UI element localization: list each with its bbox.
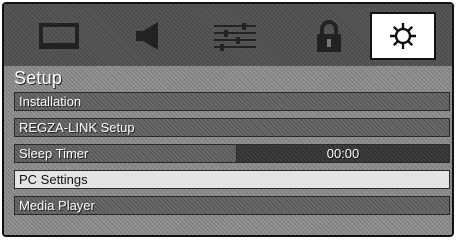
lock-icon	[317, 20, 341, 52]
menu-title: Setup	[14, 68, 63, 88]
tab-setup[interactable]	[370, 12, 436, 60]
menu-item-regza-link-setup[interactable]: REGZA-LINK Setup	[14, 118, 450, 137]
tv-menu-frame: Setup Installation REGZA-LINK Setup Slee…	[2, 2, 454, 237]
menu-item-label: Installation	[19, 94, 82, 109]
menu-item-label: PC Settings	[19, 172, 88, 187]
menu-category-bar	[4, 4, 452, 66]
sliders-icon	[214, 23, 256, 51]
tab-picture[interactable]	[26, 13, 92, 59]
menu-item-sleep-timer[interactable]: Sleep Timer 00:00	[14, 144, 450, 163]
gear-icon	[390, 23, 416, 49]
speaker-icon	[136, 22, 158, 50]
tab-sound[interactable]	[114, 13, 180, 59]
picture-icon	[39, 23, 79, 49]
menu-item-media-player[interactable]: Media Player	[14, 196, 450, 215]
sleep-timer-value: 00:00	[236, 144, 450, 163]
menu-item-label: Sleep Timer	[19, 146, 89, 161]
menu-item-label: Media Player	[19, 198, 95, 213]
menu-item-installation[interactable]: Installation	[14, 92, 450, 111]
tab-adjustments[interactable]	[202, 13, 268, 59]
tab-lock[interactable]	[296, 13, 362, 59]
menu-item-label: REGZA-LINK Setup	[19, 120, 135, 135]
menu-item-pc-settings[interactable]: PC Settings	[14, 170, 450, 189]
